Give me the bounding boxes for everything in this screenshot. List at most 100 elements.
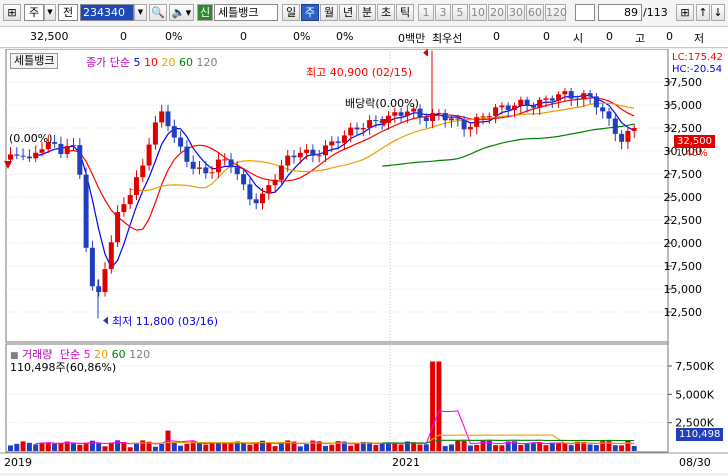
market-dropdown-icon[interactable]: ▼ [44,4,56,21]
candle-body [556,94,562,101]
volume-bar [493,445,499,451]
left-annotation: (0.00%) [9,132,53,145]
arrow-up-icon[interactable]: ↑ [696,4,710,21]
arrow-down-icon[interactable]: ↓ [711,4,725,21]
volume-bar [77,444,83,451]
page-prev-box[interactable] [575,4,595,21]
stock-tab[interactable]: 세틀뱅크 [10,53,59,69]
candle-body [304,149,310,153]
volume-bar [474,444,480,451]
volume-info: 110,498주(60,86%) [10,361,117,374]
info-best-bid-label: 최우선 [432,32,463,45]
period-button[interactable]: 분 [358,4,376,21]
candle-body [568,91,574,99]
candle-body [178,137,184,147]
period-button[interactable]: 일 [282,4,300,21]
candle-body [367,120,373,128]
volume-bar [96,442,102,451]
speaker-icon[interactable]: 🔈▾ [169,4,194,21]
volume-bar [171,441,177,451]
candle-body [291,155,297,158]
candle-body [436,113,442,115]
search-icon[interactable]: 🔍 [149,4,167,21]
period-button[interactable]: 년 [339,4,357,21]
volume-bar [612,445,618,451]
stock-chart[interactable]: 12,500 15,000 17,500 20,000 22,500 25,000 27,5… [0,48,728,473]
volume-bar [568,445,574,451]
volume-bar [209,442,215,451]
candle-body [260,193,265,204]
candle-body [58,143,64,155]
volume-bar [461,441,467,451]
period-button[interactable]: 월 [320,4,338,21]
candle-body [310,149,316,156]
volume-bar [178,445,184,451]
candle-body [102,269,108,293]
market-select[interactable]: 주 [24,4,44,21]
volume-bar [543,445,549,451]
candle-body [581,93,587,100]
volume-bar [329,444,335,451]
volume-bar [222,443,228,451]
volume-bar [530,442,536,451]
candle-body [486,115,492,117]
candle-body [518,99,524,106]
x-label-2021: 2021 [392,456,420,469]
candle-body [524,99,530,106]
candle-body [266,185,272,194]
volume-bar [556,442,562,451]
period-toggle[interactable]: 전 [58,4,78,21]
candle-body [165,111,171,127]
candle-body [278,165,284,180]
candle-body [26,156,32,159]
volume-bar [518,444,524,451]
code-dropdown-icon[interactable]: ▼ [134,4,147,21]
price-tick-label: 20,000 [664,237,703,250]
candle-body [234,167,240,175]
stock-code-input[interactable]: 234340 [80,4,134,21]
minute-interval-button[interactable]: 1 [418,4,434,21]
minute-interval-button[interactable]: 10 [469,4,487,21]
info-v7: 0 [493,30,500,43]
volume-bar [253,443,259,451]
grid-icon[interactable]: ⊞ [676,4,694,21]
info-v9: 0 [606,30,613,43]
volume-bar [45,442,51,451]
period-button[interactable]: 틱 [396,4,414,21]
volume-bar [436,361,442,451]
volume-bar [215,442,221,451]
candle-body [89,247,95,287]
candle-body [354,127,360,130]
chart-area[interactable]: 12,500 15,000 17,500 20,000 22,500 25,000 27,5… [0,48,728,473]
high-marker-icon [423,48,428,57]
candle-body [20,155,26,157]
minute-interval-button[interactable]: 30 [507,4,525,21]
candle-body [222,159,228,161]
dividend-annotation: 배당락(0.00%) [345,97,419,110]
candle-body [115,212,121,243]
minute-interval-button[interactable]: 5 [452,4,468,21]
volume-bar [392,443,398,451]
period-button[interactable]: 초 [377,4,395,21]
minute-interval-button[interactable]: 120 [545,4,567,21]
volume-bar [499,445,505,451]
chart-menu-icon[interactable]: ⊞ [3,4,21,21]
candle-body [323,145,328,156]
minute-interval-button[interactable]: 3 [435,4,451,21]
minute-interval-button[interactable]: 20 [488,4,506,21]
price-legend-prefix: 종가 단순 [86,56,130,69]
candle-body [449,118,454,121]
volume-bar [297,446,303,451]
candle-body [316,155,322,157]
candle-body [505,105,511,110]
page-number[interactable]: 89 [598,4,642,21]
info-v5: 0% [336,30,354,43]
minute-interval-button[interactable]: 60 [526,4,544,21]
candle-body [455,118,461,120]
candle-body [190,161,196,169]
candle-body [619,133,625,142]
price-tick-label: 22,500 [664,214,703,227]
price-tick-label: 35,000 [664,99,703,112]
candle-body [625,130,631,142]
period-button[interactable]: 주 [301,4,319,21]
